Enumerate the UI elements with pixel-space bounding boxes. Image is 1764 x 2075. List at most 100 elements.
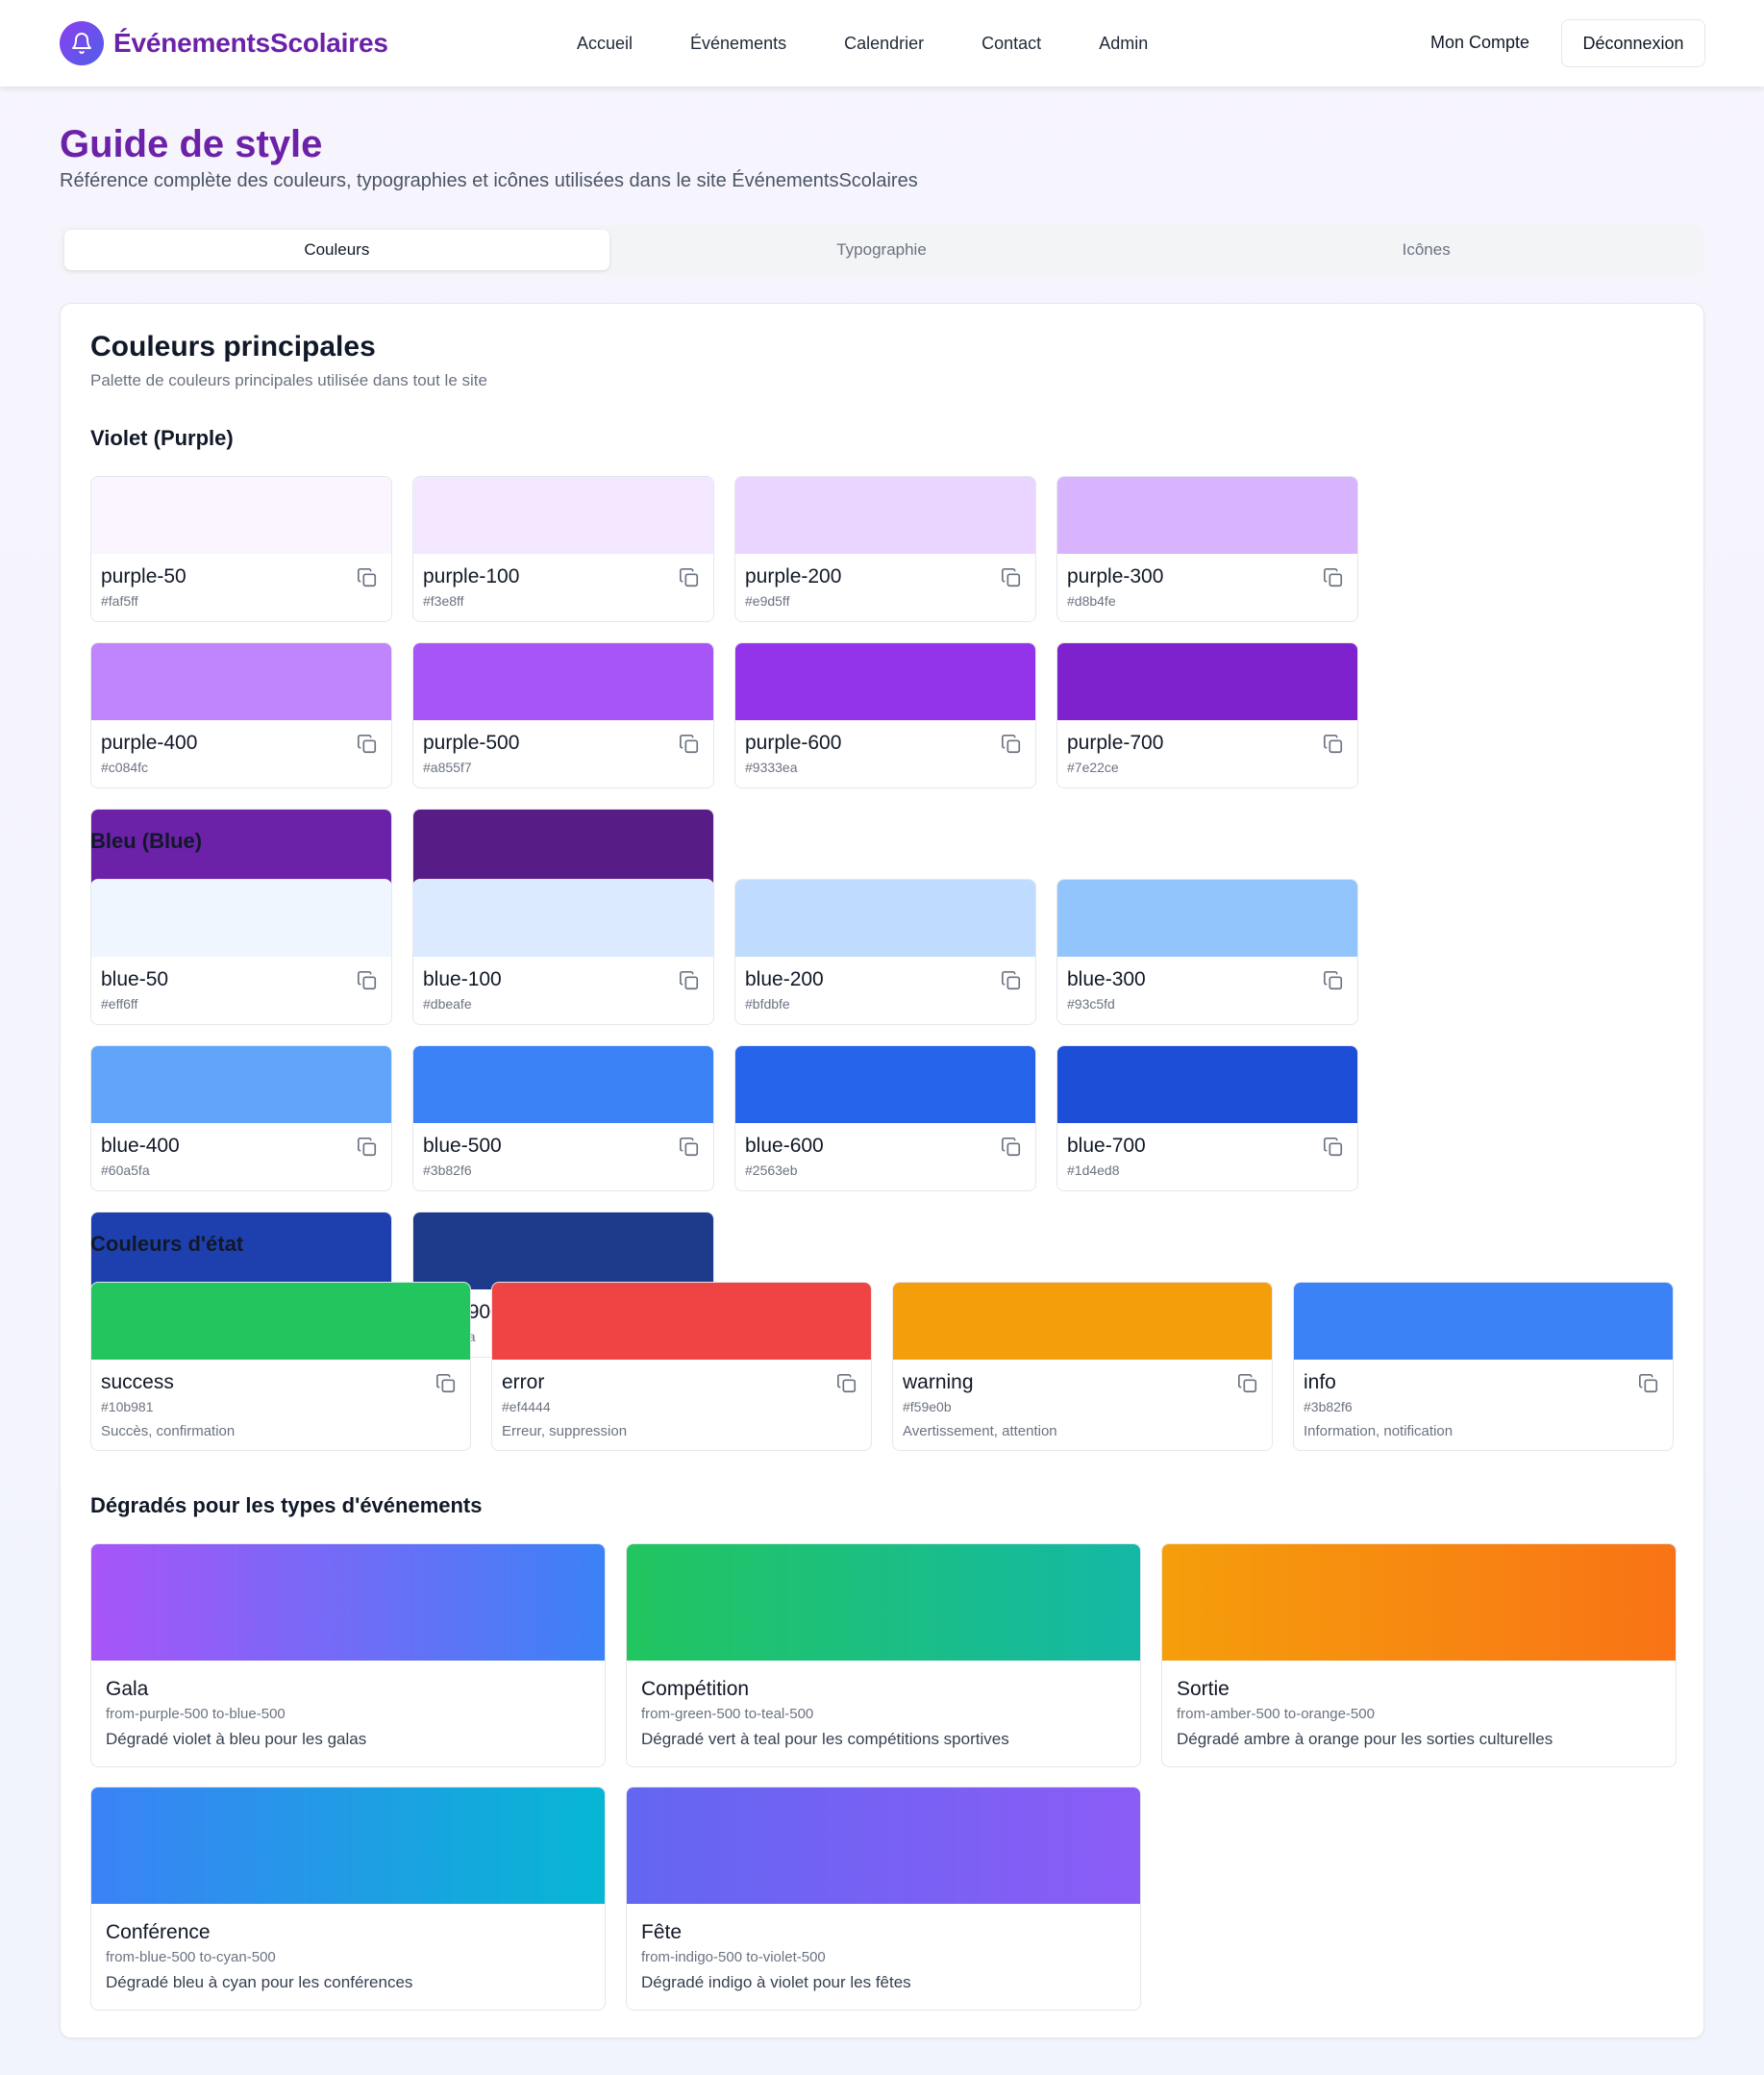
state-hex: #3b82f6 [1304, 1399, 1353, 1414]
color-swatch [413, 477, 713, 554]
gradient-swatch [1162, 1544, 1676, 1661]
gradient-swatch [627, 1544, 1140, 1661]
copy-icon[interactable] [1237, 1373, 1258, 1394]
color-swatch-card: blue-100 #dbeafe [412, 879, 714, 1025]
color-swatch [91, 477, 391, 554]
swatch-hex: #faf5ff [101, 593, 138, 609]
swatch-name: purple-600 [745, 732, 842, 754]
gradient-swatch [627, 1788, 1140, 1904]
gradient-description: Dégradé indigo à violet pour les fêtes [641, 1973, 911, 1991]
gradient-grid: Gala from-purple-500 to-blue-500 Dégradé v… [90, 1543, 1677, 2011]
color-swatch [413, 1212, 713, 1289]
nav-contact[interactable]: Contact [981, 34, 1041, 54]
state-color-swatch [1294, 1283, 1673, 1360]
color-swatch-card: blue-400 #60a5fa [90, 1045, 392, 1191]
copy-icon[interactable] [357, 567, 378, 588]
copy-icon[interactable] [1001, 1137, 1022, 1158]
brand[interactable]: ÉvénementsScolaires [60, 21, 388, 65]
color-swatch-card: purple-300 #d8b4fe [1056, 476, 1358, 622]
color-swatch [1057, 643, 1357, 720]
swatch-name: purple-200 [745, 565, 842, 588]
gradient-classes: from-purple-500 to-blue-500 [106, 1706, 286, 1722]
state-section-title: Couleurs d'état [90, 1232, 244, 1256]
swatch-hex: #2563eb [745, 1162, 798, 1178]
color-swatch [735, 477, 1035, 554]
copy-icon[interactable] [836, 1373, 857, 1394]
color-swatch-card: purple-400 #c084fc [90, 642, 392, 788]
gradient-name: Conférence [106, 1921, 211, 1943]
swatch-hex: #9333ea [745, 760, 798, 775]
copy-icon[interactable] [357, 970, 378, 991]
nav-evenements[interactable]: Événements [690, 34, 786, 54]
nav-admin[interactable]: Admin [1099, 34, 1148, 54]
tab-icones[interactable]: Icônes [1154, 230, 1699, 270]
state-color-card: error #ef4444 Erreur, suppression [491, 1282, 872, 1451]
state-color-swatch [91, 1283, 470, 1360]
color-swatch [413, 810, 713, 887]
state-hex: #10b981 [101, 1399, 154, 1414]
gradient-swatch [91, 1788, 605, 1904]
copy-icon[interactable] [357, 734, 378, 755]
nav-calendrier[interactable]: Calendrier [844, 34, 924, 54]
panel-subtitle: Palette de couleurs principales utilisée… [90, 371, 487, 389]
swatch-name: blue-100 [423, 968, 502, 990]
swatch-name: blue-500 [423, 1135, 502, 1157]
copy-icon[interactable] [679, 567, 700, 588]
brand-name: ÉvénementsScolaires [113, 28, 388, 58]
copy-icon[interactable] [1323, 734, 1344, 755]
account-link[interactable]: Mon Compte [1430, 33, 1529, 53]
swatch-name: purple-400 [101, 732, 198, 754]
gradient-classes: from-amber-500 to-orange-500 [1177, 1706, 1375, 1722]
color-swatch-card: purple-100 #f3e8ff [412, 476, 714, 622]
swatch-hex: #1d4ed8 [1067, 1162, 1120, 1178]
gradient-name: Compétition [641, 1678, 750, 1700]
swatch-name: blue-400 [101, 1135, 180, 1157]
copy-icon[interactable] [1638, 1373, 1659, 1394]
swatch-hex: #f3e8ff [423, 593, 464, 609]
state-name: info [1304, 1371, 1336, 1393]
copy-icon[interactable] [435, 1373, 457, 1394]
copy-icon[interactable] [1001, 970, 1022, 991]
state-name: warning [903, 1371, 974, 1393]
copy-icon[interactable] [679, 734, 700, 755]
tab-couleurs[interactable]: Couleurs [64, 230, 609, 270]
color-swatch-card: purple-500 #a855f7 [412, 642, 714, 788]
gradient-classes: from-indigo-500 to-violet-500 [641, 1949, 826, 1965]
swatch-name: purple-300 [1067, 565, 1164, 588]
nav-accueil[interactable]: Accueil [577, 34, 633, 54]
swatch-hex: #7e22ce [1067, 760, 1119, 775]
gradient-name: Sortie [1177, 1678, 1230, 1700]
copy-icon[interactable] [679, 970, 700, 991]
color-swatch [413, 643, 713, 720]
state-color-card: warning #f59e0b Avertissement, attention [892, 1282, 1273, 1451]
color-swatch-card: blue-600 #2563eb [734, 1045, 1036, 1191]
copy-icon[interactable] [357, 1137, 378, 1158]
copy-icon[interactable] [1001, 734, 1022, 755]
copy-icon[interactable] [1001, 567, 1022, 588]
top-navbar: ÉvénementsScolaires Accueil Événements C… [0, 0, 1764, 87]
gradient-classes: from-blue-500 to-cyan-500 [106, 1949, 276, 1965]
swatch-name: purple-700 [1067, 732, 1164, 754]
state-description: Erreur, suppression [502, 1423, 628, 1439]
swatch-name: blue-700 [1067, 1135, 1146, 1157]
tab-typographie[interactable]: Typographie [609, 230, 1155, 270]
swatch-hex: #bfdbfe [745, 996, 790, 1012]
color-swatch-card: purple-200 #e9d5ff [734, 476, 1036, 622]
gradient-card: Gala from-purple-500 to-blue-500 Dégradé v… [90, 1543, 606, 1767]
swatch-name: blue-50 [101, 968, 169, 990]
gradient-description: Dégradé bleu à cyan pour les conférences [106, 1973, 413, 1991]
state-color-card: success #10b981 Succès, confirmation [90, 1282, 471, 1451]
logout-button[interactable]: Déconnexion [1561, 19, 1705, 67]
gradient-card: Fête from-indigo-500 to-violet-500 Dégradé… [626, 1787, 1141, 2011]
copy-icon[interactable] [679, 1137, 700, 1158]
state-description: Information, notification [1304, 1423, 1453, 1439]
copy-icon[interactable] [1323, 970, 1344, 991]
color-swatch [91, 880, 391, 957]
copy-icon[interactable] [1323, 567, 1344, 588]
copy-icon[interactable] [1323, 1137, 1344, 1158]
color-swatch [91, 1046, 391, 1123]
gradient-description: Dégradé ambre à orange pour les sorties … [1177, 1730, 1553, 1748]
color-swatch-card: purple-600 #9333ea [734, 642, 1036, 788]
color-swatch-card: blue-200 #bfdbfe [734, 879, 1036, 1025]
state-color-swatch [893, 1283, 1272, 1360]
